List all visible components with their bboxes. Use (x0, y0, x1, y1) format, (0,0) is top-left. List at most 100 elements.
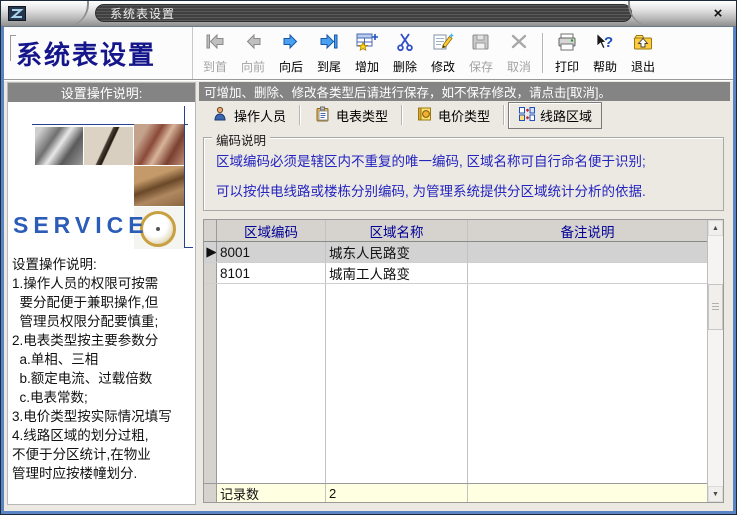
photo-tools-gray (35, 127, 83, 165)
regions-table: 区域编码 区域名称 备注说明 ▶ 8001 城东人民路变 (203, 219, 724, 503)
header-bar: 系统表设置 到首 向前 (4, 27, 733, 80)
sidebar: 设置操作说明: SERVICE 设置操作说明: 1.操作人员的权限可按需 要分 (7, 82, 196, 505)
row-selector-cell: ▶ (204, 242, 217, 262)
record-count-value: 2 (326, 484, 468, 502)
exit-folder-icon (631, 32, 655, 57)
help-cursor-icon: ? (593, 32, 617, 57)
toolbar: 到首 向前 向后 (192, 27, 662, 79)
record-count-label: 记录数 (217, 484, 326, 502)
toolbar-button-label: 删除 (393, 58, 417, 75)
person-icon (212, 106, 229, 125)
toolbar-button-add[interactable]: 增加 (348, 29, 386, 77)
vertical-scrollbar[interactable]: ▲ ▼ (707, 220, 723, 502)
price-book-icon (416, 106, 433, 125)
toolbar-button-save[interactable]: 保存 (462, 29, 500, 77)
tab-separator (401, 105, 403, 125)
toolbar-button-label: 到首 (203, 58, 227, 75)
go-previous-icon (241, 32, 265, 57)
toolbar-button-label: 取消 (507, 58, 531, 75)
decor-line-vertical (184, 106, 185, 248)
toolbar-button-label: 到尾 (317, 58, 341, 75)
cell-name: 城东人民路变 (326, 242, 468, 262)
table-empty-area (204, 284, 707, 483)
close-button[interactable]: × (708, 4, 728, 22)
footer-gutter-cell (204, 484, 217, 502)
toolbar-button-next[interactable]: 向后 (272, 29, 310, 77)
tab-label: 操作人员 (234, 106, 286, 125)
toolbar-button-label: 打印 (555, 58, 579, 75)
empty-cell (468, 284, 707, 483)
cancel-x-icon (507, 32, 531, 57)
table-header-row: 区域编码 区域名称 备注说明 (204, 220, 707, 242)
toolbar-button-exit[interactable]: 退出 (624, 29, 662, 77)
tab-operators[interactable]: 操作人员 (202, 102, 296, 129)
table-row[interactable]: 8101 城南工人路变 (204, 263, 707, 284)
scroll-down-icon[interactable]: ▼ (708, 486, 723, 502)
toolbar-button-cancel[interactable]: 取消 (500, 29, 538, 77)
cell-code: 8001 (217, 242, 326, 262)
toolbar-button-first[interactable]: 到首 (196, 29, 234, 77)
tab-separator (299, 105, 301, 125)
clipboard-icon (314, 106, 331, 125)
scissors-icon (393, 32, 417, 57)
content-area: 设置操作说明: SERVICE 设置操作说明: 1.操作人员的权限可按需 要分 (4, 80, 733, 511)
code-description-groupbox: 编码说明 区域编码必须是辖区内不重复的唯一编码, 区域名称可自行命名便于识别; … (203, 137, 724, 211)
titlebar-curve-right (628, 1, 658, 26)
tab-label: 电表类型 (336, 106, 388, 125)
empty-gutter (204, 284, 217, 483)
tab-price-types[interactable]: 电价类型 (406, 102, 500, 129)
toolbar-button-label: 增加 (355, 58, 379, 75)
column-header-code[interactable]: 区域编码 (217, 220, 326, 241)
toolbar-button-print[interactable]: 打印 (548, 29, 586, 77)
cell-code: 8101 (217, 263, 326, 283)
main-panel: 可增加、删除、修改各类型后请进行保存，如不保存修改，请点击[取消]。 操作人员 (199, 82, 730, 505)
scrollbar-track[interactable] (708, 236, 723, 486)
save-floppy-icon (469, 32, 493, 57)
table-row[interactable]: ▶ 8001 城东人民路变 (204, 242, 707, 263)
titlebar-curve-left (59, 1, 89, 26)
tab-separator (503, 105, 505, 125)
tab-bar: 操作人员 电表类型 (199, 101, 730, 129)
page-title: 系统表设置 (16, 35, 156, 72)
scroll-up-icon[interactable]: ▲ (708, 220, 723, 236)
toolbar-button-label: 向后 (279, 58, 303, 75)
title-strip: 系统表设置 (95, 4, 632, 22)
edit-document-icon (431, 32, 455, 57)
column-header-note[interactable]: 备注说明 (468, 220, 707, 241)
groupbox-text-line: 可以按供电线路或楼栋分别编码, 为管理系统提供分区域统计分析的依据. (216, 180, 723, 200)
add-record-icon (355, 32, 379, 57)
tab-label: 电价类型 (438, 106, 490, 125)
scrollbar-thumb[interactable] (708, 284, 723, 330)
toolbar-button-modify[interactable]: 修改 (424, 29, 462, 77)
cell-name: 城南工人路变 (326, 263, 468, 283)
tab-line-regions[interactable]: 线路区域 (508, 102, 602, 129)
toolbar-button-label: 帮助 (593, 58, 617, 75)
toolbar-button-prev[interactable]: 向前 (234, 29, 272, 77)
toolbar-separator (542, 33, 544, 73)
column-header-name[interactable]: 区域名称 (326, 220, 468, 241)
photo-tools-red (134, 124, 184, 165)
window-title: 系统表设置 (110, 5, 175, 22)
photo-pen (84, 127, 133, 165)
toolbar-button-label: 修改 (431, 58, 455, 75)
region-pages-icon (518, 106, 535, 125)
toolbar-button-label: 保存 (469, 58, 493, 75)
groupbox-text-line: 区域编码必须是辖区内不重复的唯一编码, 区域名称可自行命名便于识别; (216, 150, 723, 170)
toolbar-button-label: 向前 (241, 58, 265, 75)
tab-meter-types[interactable]: 电表类型 (304, 102, 398, 129)
empty-cell (326, 284, 468, 483)
service-text: SERVICE (13, 212, 149, 239)
app-icon (6, 5, 28, 23)
svg-text:?: ? (604, 34, 613, 51)
cell-note (468, 242, 707, 262)
go-last-icon (317, 32, 341, 57)
scrollbar-grip (712, 303, 719, 311)
toolbar-button-delete[interactable]: 删除 (386, 29, 424, 77)
regions-grid: 区域编码 区域名称 备注说明 ▶ 8001 城东人民路变 (204, 220, 707, 502)
window-frame: 系统表设置 到首 向前 (1, 27, 736, 515)
photo-keyboard (84, 166, 133, 206)
app-window: 系统表设置 × 系统表设置 到首 (0, 0, 737, 515)
empty-cell (217, 284, 326, 483)
toolbar-button-help[interactable]: ? 帮助 (586, 29, 624, 77)
toolbar-button-last[interactable]: 到尾 (310, 29, 348, 77)
